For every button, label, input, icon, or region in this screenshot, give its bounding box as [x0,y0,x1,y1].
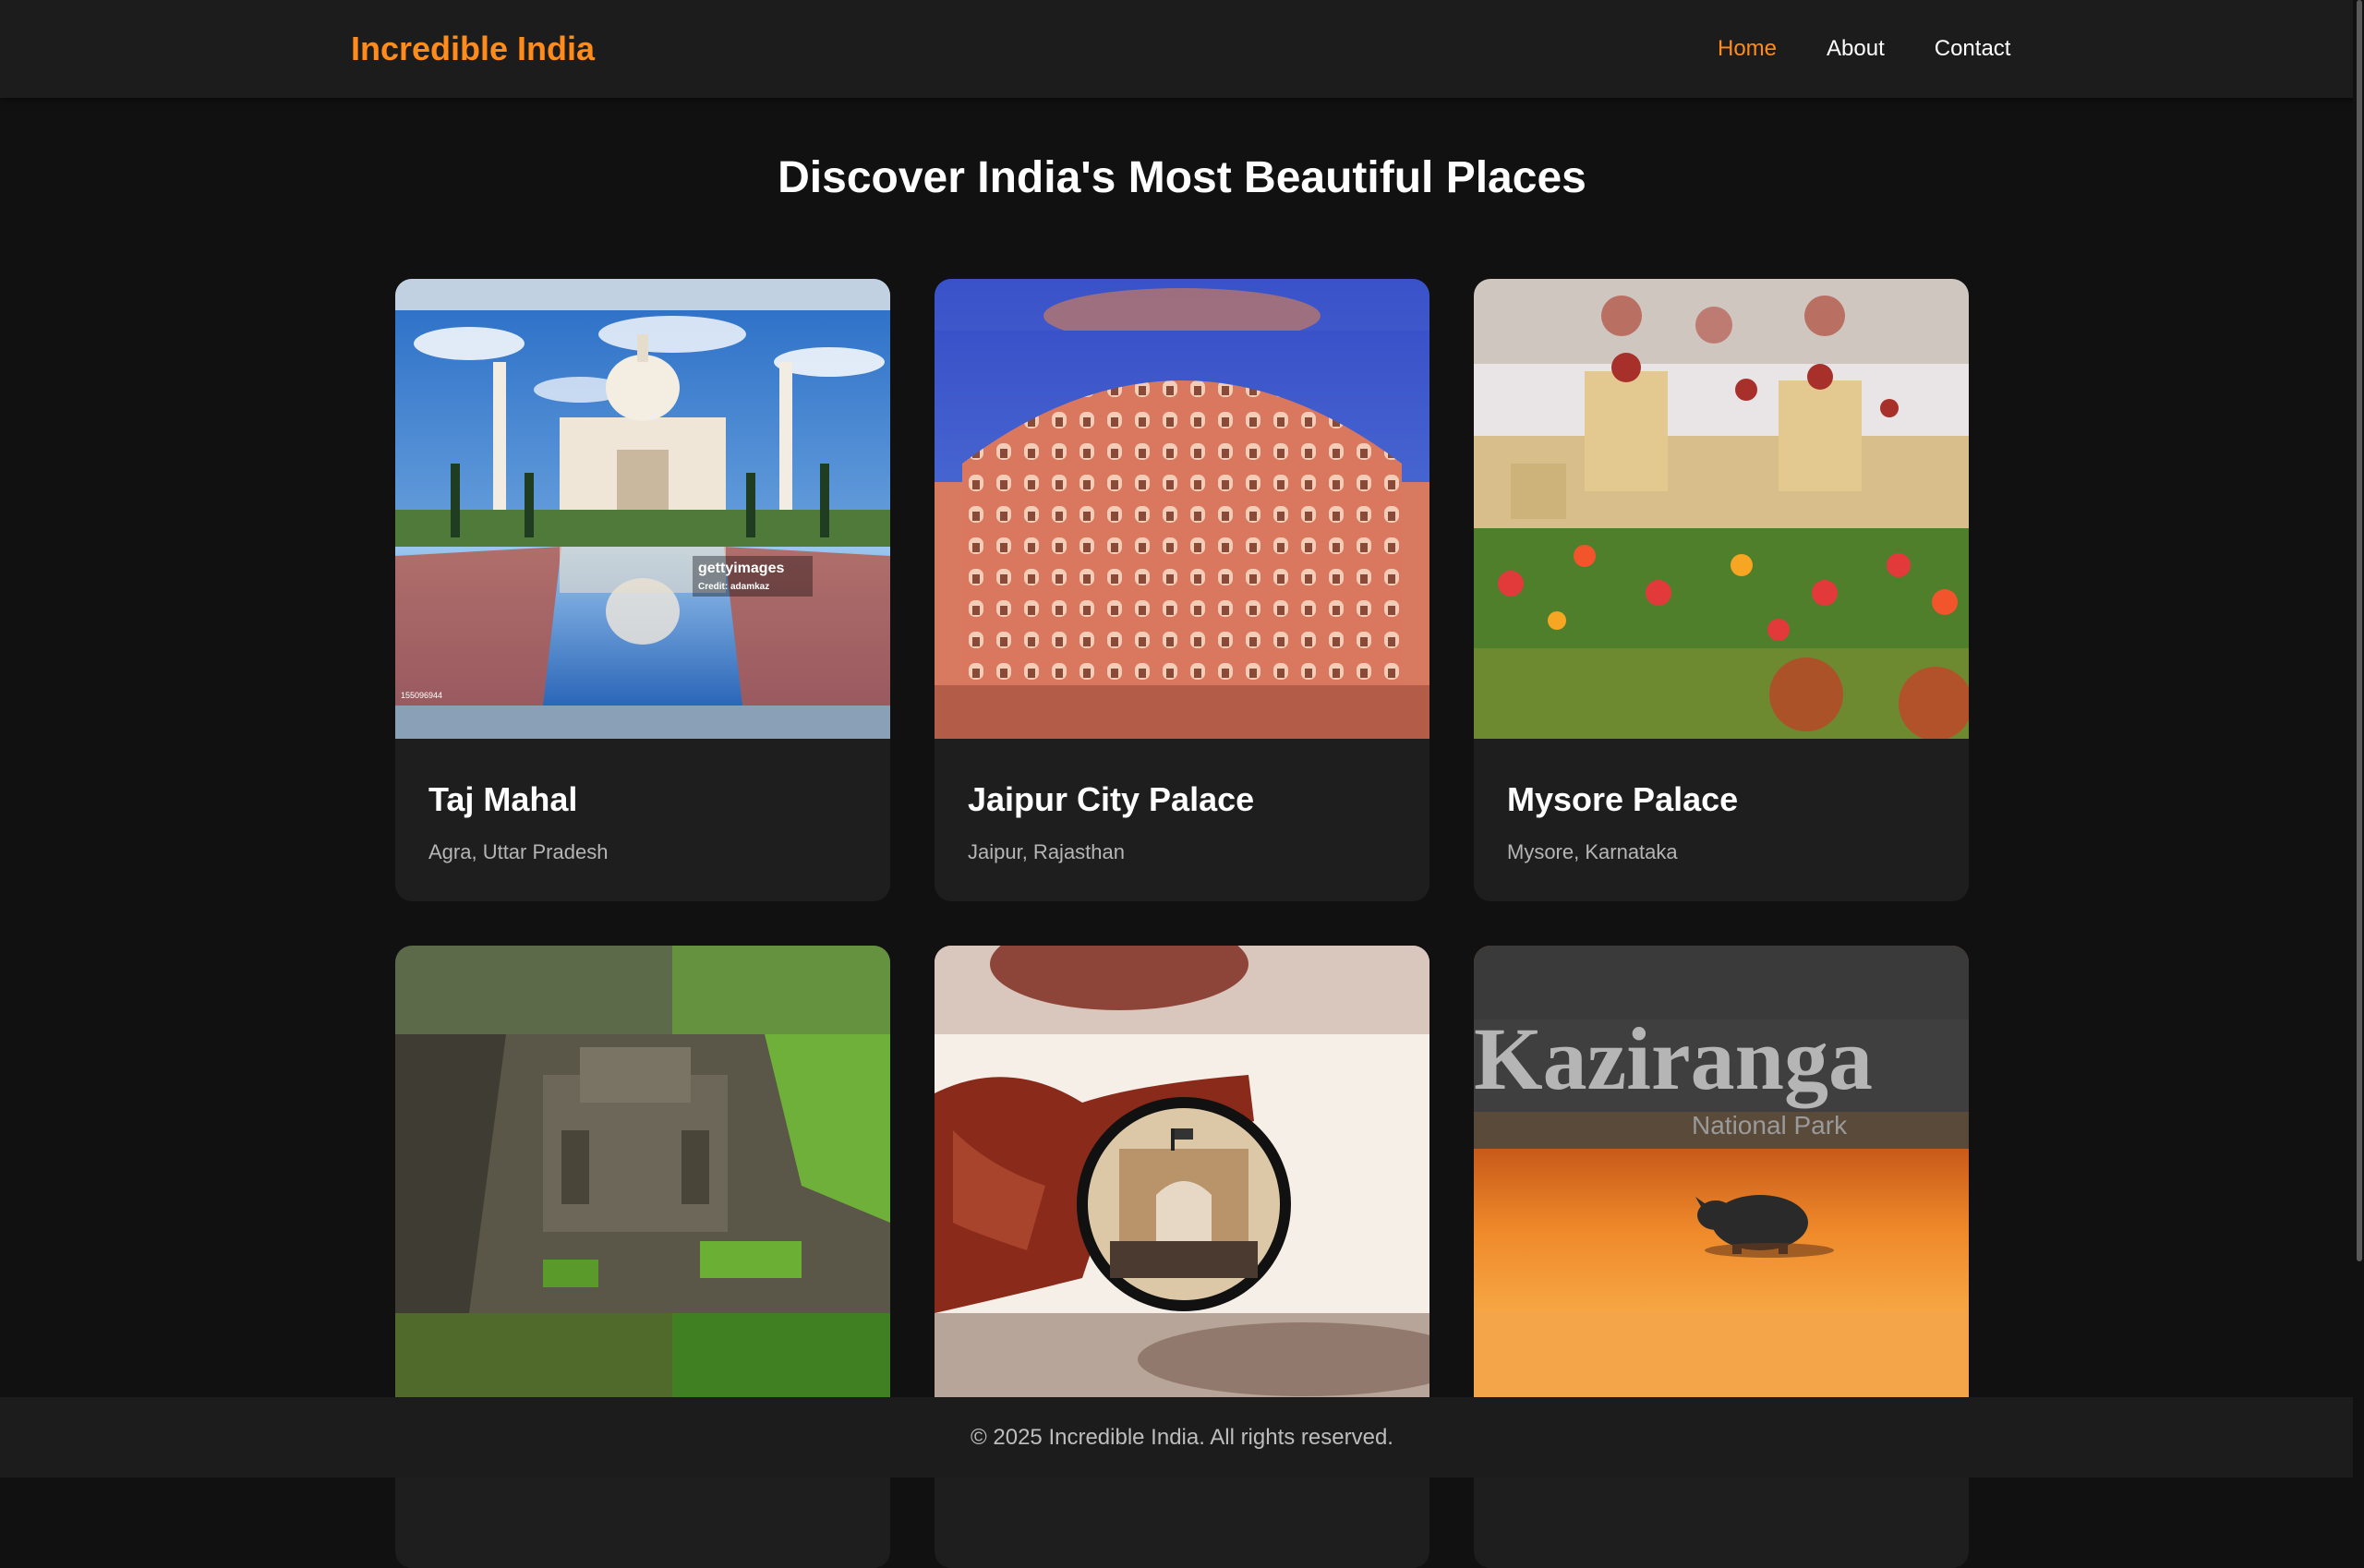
card-location: Agra, Uttar Pradesh [428,840,609,863]
footer: © 2025 Incredible India. All rights rese… [0,1397,2364,1478]
places-grid: gettyimages Credit: adamkaz 155096944 Ta… [395,279,1969,1568]
card-title: Taj Mahal [428,780,578,818]
card-location: Mysore, Karnataka [1507,840,1678,863]
svg-text:gettyimages: gettyimages [698,561,784,576]
place-card-jaipur-city-palace[interactable]: Jaipur City Palace Jaipur, Rajasthan [935,279,1429,901]
brand-logo-text[interactable]: Incredible India [351,26,595,72]
mysore-palace-photo [1474,279,1969,739]
kaziranga-photo: Kaziranga National Park [1474,946,1969,1405]
card-body: Jaipur City Palace Jaipur, Rajasthan [935,739,1429,866]
card-location: Jaipur, Rajasthan [968,840,1125,863]
scrollbar-thumb[interactable] [2357,0,2362,1261]
ellora-caves-photo [395,946,890,1405]
card-title: Mysore Palace [1507,780,1739,818]
nav-about-link[interactable]: About [1827,33,1885,65]
taj-mahal-photo: gettyimages Credit: adamkaz 155096944 [395,279,890,739]
navbar: Incredible India Home About Contact [0,0,2364,98]
place-card-taj-mahal[interactable]: gettyimages Credit: adamkaz 155096944 Ta… [395,279,890,901]
gateway-of-india-photo [935,946,1429,1405]
card-body: Mysore Palace Mysore, Karnataka [1474,739,1969,866]
nav-home-link[interactable]: Home [1718,33,1777,65]
place-card-mysore-palace[interactable]: Mysore Palace Mysore, Karnataka [1474,279,1969,901]
page-title: Discover India's Most Beautiful Places [778,153,1586,202]
svg-text:National Park: National Park [1692,1111,1848,1140]
nav-links: Home About Contact [1718,33,2010,65]
svg-text:Credit: adamkaz: Credit: adamkaz [698,582,769,592]
card-title: Jaipur City Palace [968,780,1255,818]
card-body: Taj Mahal Agra, Uttar Pradesh [395,739,890,866]
svg-text:Kaziranga: Kaziranga [1474,1009,1873,1108]
nav-contact-link[interactable]: Contact [1935,33,2011,65]
svg-text:155096944: 155096944 [401,691,442,700]
hawa-mahal-photo [935,279,1429,739]
page-scrollbar[interactable] [2353,0,2364,1478]
footer-copyright: © 2025 Incredible India. All rights rese… [971,1425,1393,1450]
